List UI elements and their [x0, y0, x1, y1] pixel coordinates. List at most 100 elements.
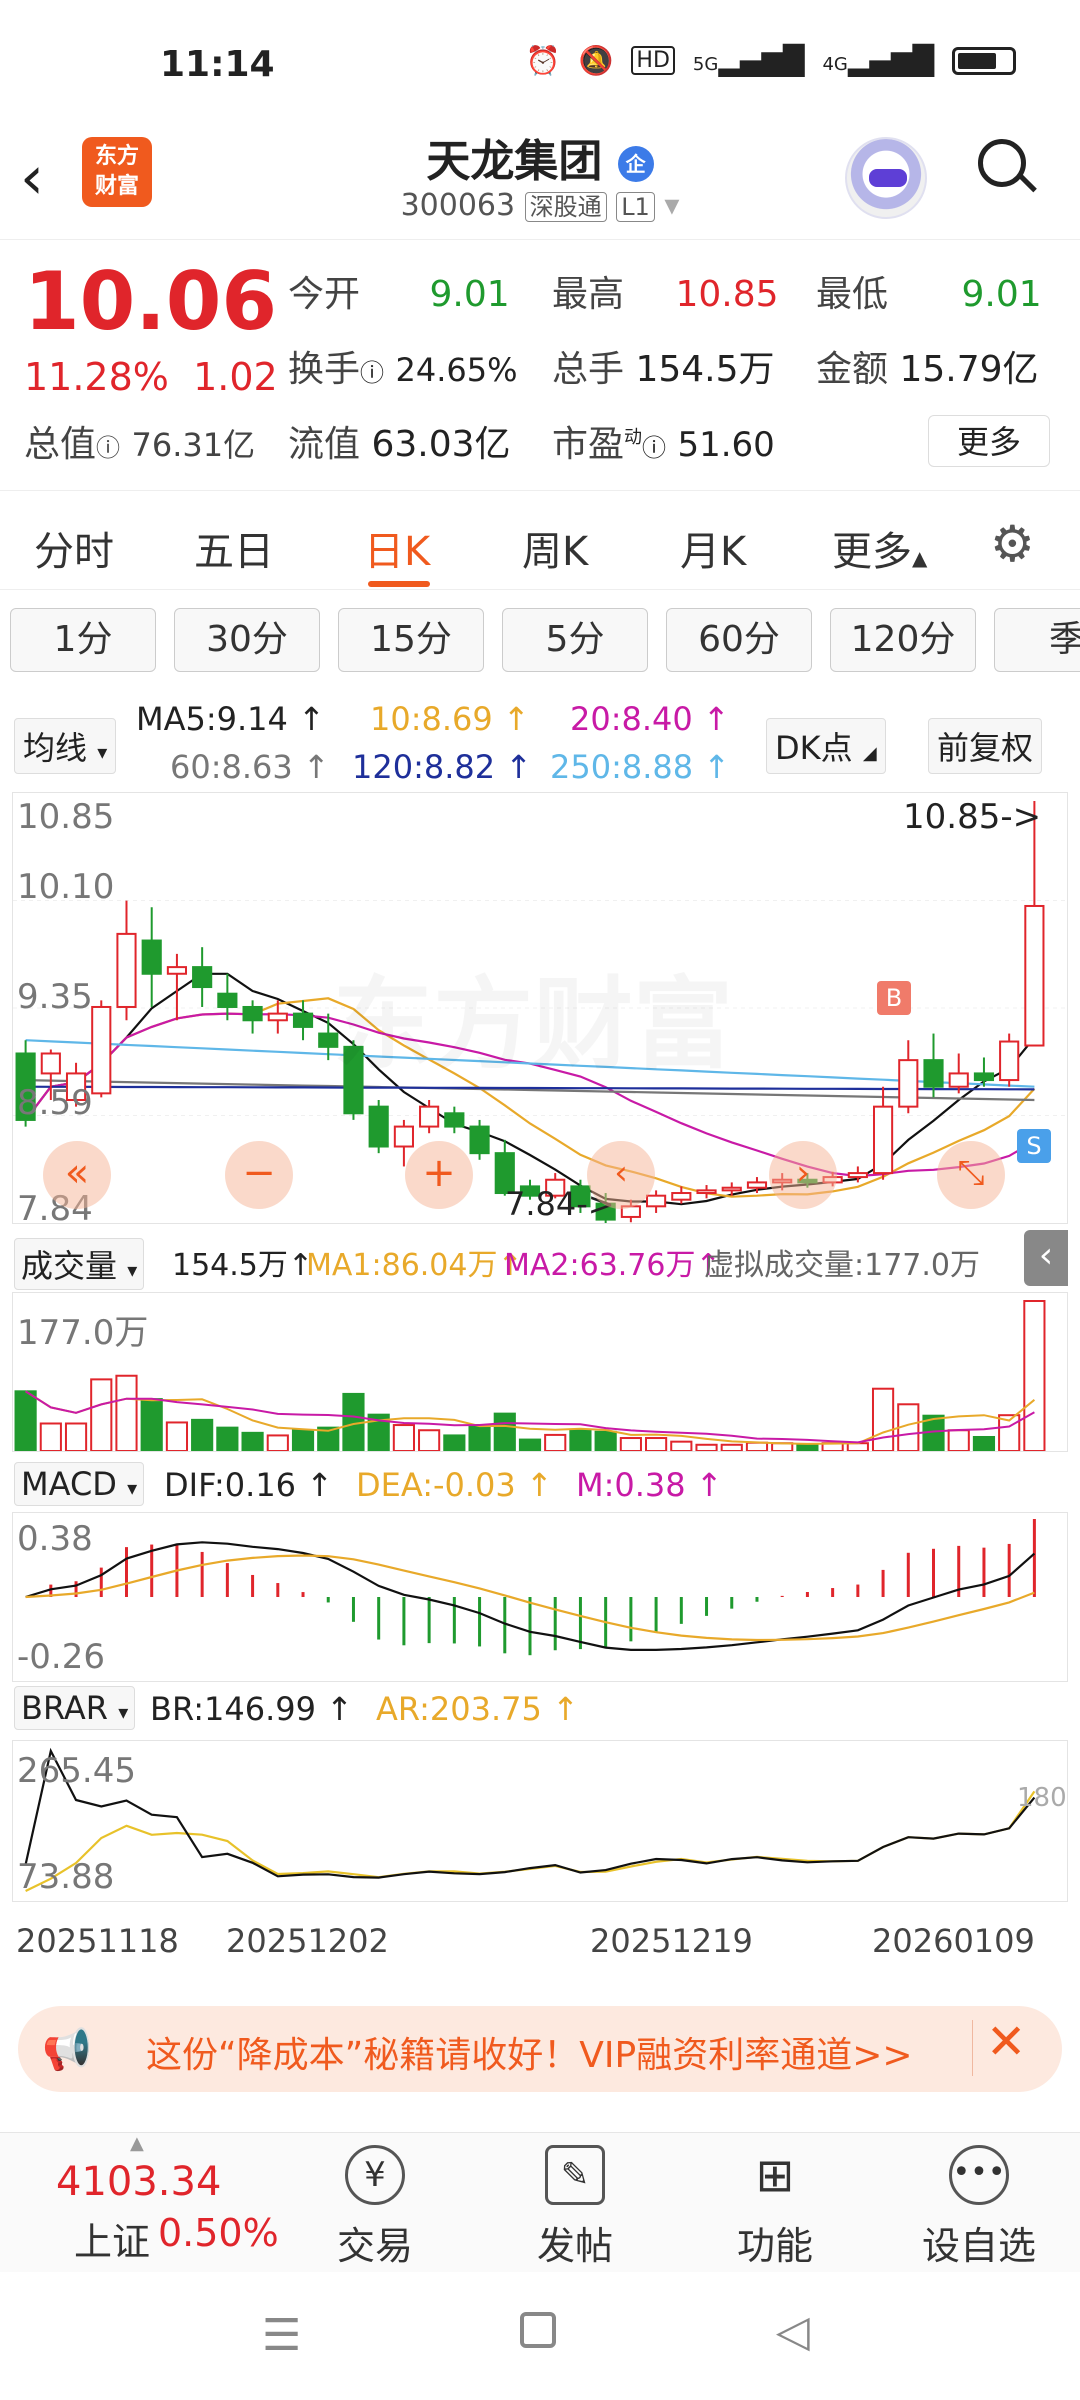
brar-ar-line: [25, 1790, 1036, 1892]
info-icon[interactable]: ⓘ: [642, 434, 666, 462]
minute-period-bar: 1分 30分 15分 5分 60分 120分 季: [10, 608, 1080, 674]
dk-point-selector[interactable]: DK点 ◢: [766, 718, 886, 774]
dropdown-icon[interactable]: ▾: [664, 188, 679, 223]
brar-chart: 265.45 73.88 180: [12, 1740, 1068, 1902]
ma5-value: MA5:9.14 ↑: [136, 700, 325, 738]
tab-monthly-k[interactable]: 月K: [680, 519, 746, 577]
volume-bar: [392, 1424, 415, 1451]
period-5min-button[interactable]: 5分: [502, 608, 648, 672]
tab-intraday[interactable]: 分时: [34, 519, 114, 577]
period-120min-button[interactable]: 120分: [830, 608, 976, 672]
scroll-left-icon[interactable]: «: [43, 1141, 111, 1209]
candle-body: [292, 1012, 314, 1028]
post-button[interactable]: ✎ 发帖: [500, 2145, 650, 2270]
candle-body: [671, 1192, 692, 1201]
more-button[interactable]: 更多: [928, 415, 1050, 467]
volume-chart: 177.0万: [12, 1292, 1068, 1452]
quote-panel: 10.06 11.28% 1.02 总值ⓘ 76.31亿 今开 9.01 最高 …: [0, 245, 1080, 485]
volume-bar: [39, 1422, 62, 1451]
volume-ymax: 177.0万: [17, 1313, 149, 1353]
adjust-selector[interactable]: 前复权: [928, 718, 1043, 774]
period-15min-button[interactable]: 15分: [338, 608, 484, 672]
volume-bar: [745, 1441, 769, 1451]
system-nav-bar: ☰ ◁: [0, 2272, 1080, 2400]
kline-chart[interactable]: 东方财富 10.85 10.10 9.35 8.59 7.84 10.85-> …: [12, 792, 1068, 1229]
ma60-value: 60:8.63 ↑: [170, 748, 330, 786]
mute-icon: 🔕: [578, 44, 614, 77]
y-tick-label: 9.35: [17, 977, 93, 1017]
tab-weekly-k[interactable]: 周K: [522, 519, 588, 577]
search-icon[interactable]: [978, 139, 1038, 199]
more-dots-icon: •••: [949, 2145, 1009, 2205]
period-quarter-button[interactable]: 季: [994, 608, 1080, 672]
volume-bar: [418, 1429, 441, 1451]
date-label: 20251202: [226, 1922, 389, 1960]
candle-body: [696, 1189, 717, 1195]
chevron-down-icon: ▾: [127, 1476, 138, 1500]
period-60min-button[interactable]: 60分: [666, 608, 812, 672]
volume-selector[interactable]: 成交量 ▾: [14, 1238, 145, 1290]
fullscreen-icon[interactable]: ⤡: [937, 1141, 1005, 1209]
date-label: 20251118: [16, 1922, 179, 1960]
macd-dif: DIF:0.16 ↑: [164, 1466, 334, 1504]
sell-signal-badge[interactable]: S: [1017, 1129, 1051, 1163]
robot-assistant-icon[interactable]: [845, 137, 927, 219]
next-icon[interactable]: ›: [769, 1141, 837, 1209]
brar-selector[interactable]: BRAR ▾: [14, 1686, 136, 1730]
volume-bar: [165, 1421, 189, 1451]
macd-selector[interactable]: MACD ▾: [14, 1462, 145, 1506]
back-nav-icon[interactable]: ◁: [776, 2306, 810, 2357]
volume-bar: [291, 1429, 315, 1451]
home-icon[interactable]: [520, 2312, 556, 2348]
volume-svg: [14, 1300, 1046, 1451]
status-bar: 11:14 ⏰ 🔕 HD 5G▂▄▆█ 4G▂▄▆█: [0, 0, 1080, 110]
edit-icon: ✎: [545, 2145, 605, 2205]
volume-bar: [443, 1434, 466, 1451]
volume-value: 154.5万↑: [172, 1248, 314, 1283]
candle-body: [746, 1181, 768, 1189]
functions-button[interactable]: ⊞ 功能: [700, 2145, 850, 2270]
close-icon[interactable]: ✕: [986, 2014, 1026, 2070]
promo-banner[interactable]: 📢 这份“降成本”秘籍请收好！VIP融资利率通道>> ✕: [18, 2006, 1062, 2092]
megaphone-icon: 📢: [42, 2027, 92, 2073]
info-icon[interactable]: ⓘ: [96, 434, 120, 462]
candle-body: [646, 1194, 667, 1208]
volume-bar: [544, 1433, 567, 1451]
period-30min-button[interactable]: 30分: [174, 608, 320, 672]
high-price: 最高 10.85: [552, 274, 779, 315]
gear-icon[interactable]: ⚙: [990, 515, 1035, 573]
open-price: 今开 9.01: [288, 274, 510, 315]
side-panel-toggle-icon[interactable]: ‹: [1024, 1230, 1068, 1286]
add-watchlist-button[interactable]: ••• 设自选: [904, 2145, 1054, 2270]
market-tag: 深股通: [524, 192, 607, 222]
status-icons: ⏰ 🔕 HD 5G▂▄▆█ 4G▂▄▆█: [526, 44, 1016, 77]
promo-text[interactable]: 这份“降成本”秘籍请收好！VIP融资利率通道>>: [146, 2026, 913, 2078]
index-name: 上证: [74, 2220, 151, 2264]
bottom-toolbar: ▲ 4103.34 上证 0.50% ¥ 交易 ✎ 发帖 ⊞ 功能 ••• 设自…: [0, 2132, 1080, 2272]
volume-bar: [670, 1440, 693, 1451]
turnover-rate: 换手ⓘ 24.65%: [288, 349, 518, 390]
tab-five-day[interactable]: 五日: [194, 519, 274, 577]
prev-icon[interactable]: ‹: [587, 1141, 655, 1209]
volume-bar: [266, 1434, 289, 1451]
buy-signal-badge[interactable]: B: [877, 981, 911, 1015]
index-value[interactable]: 4103.34: [56, 2159, 221, 2205]
low-price: 最低 9.01: [816, 274, 1042, 315]
candle-body: [847, 1172, 868, 1179]
tab-more[interactable]: 更多▲: [832, 519, 927, 577]
volume-bar: [64, 1422, 88, 1451]
yen-cycle-icon: ¥: [345, 2145, 405, 2205]
ma-selector[interactable]: 均线 ▾: [14, 718, 117, 774]
period-1min-button[interactable]: 1分: [10, 608, 156, 672]
candle-body: [393, 1125, 414, 1148]
menu-icon[interactable]: ☰: [262, 2310, 301, 2361]
info-icon[interactable]: ⓘ: [360, 359, 384, 387]
date-label: 20251219: [590, 1922, 753, 1960]
tab-daily-k[interactable]: 日K: [364, 519, 430, 577]
macd-dea: DEA:-0.03 ↑: [356, 1466, 553, 1504]
candle-body: [721, 1186, 742, 1192]
trade-button[interactable]: ¥ 交易: [300, 2145, 450, 2270]
zoom-in-icon[interactable]: +: [405, 1141, 473, 1209]
enterprise-badge-icon: 企: [617, 146, 654, 182]
zoom-out-icon[interactable]: −: [225, 1141, 293, 1209]
